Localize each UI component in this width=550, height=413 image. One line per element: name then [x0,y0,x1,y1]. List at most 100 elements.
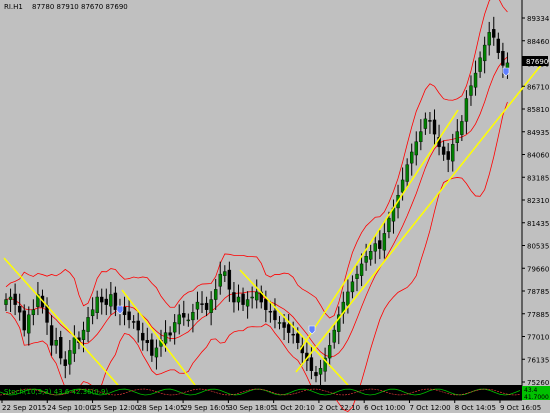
candle-body [478,57,482,72]
candle-body [31,309,36,316]
price-label: 77010 [527,334,549,342]
candle-body [141,332,145,341]
candle-body [145,340,150,344]
candle-body [359,263,364,276]
current-price: 87690 [526,58,548,66]
indicator-axis-values: 43.4 41.7000 [522,386,550,401]
candle-body [387,217,391,233]
candle-body [355,273,359,279]
candle-body [49,325,54,346]
candle-body [446,151,450,160]
candle-body [419,131,423,142]
candle-body [68,350,72,365]
price-label: 78785 [527,288,549,296]
candle-body [464,98,469,122]
candle-body [223,271,227,276]
candle-body [163,332,168,344]
time-label: 6 Oct 10:00 [364,404,405,412]
candle-body [250,296,254,299]
candle-body [195,301,200,310]
time-label: 1 Oct 20:10 [274,404,315,412]
price-label: 79660 [527,265,549,273]
candle-body [473,72,478,88]
candle-body [378,240,382,249]
candle-body [309,357,314,372]
candle-body [296,333,300,344]
candle-body [441,146,446,155]
candle-body [364,256,368,263]
chart-window[interactable]: RI.H1 87780 87910 87670 87690 Stoch(10,3… [0,0,550,413]
price-label: 77885 [527,311,549,319]
time-label: 25 Sep 12:00 [93,404,140,412]
candle-body [455,131,459,143]
price-label: 84060 [527,152,549,160]
candle-body [273,310,277,321]
candle-body [213,289,218,300]
candle-body [368,251,373,260]
candle-body [405,164,409,182]
candle-body [245,299,250,307]
time-label: 24 Sep 10:00 [47,404,94,412]
candle-body [232,292,236,303]
time-label: 28 Sep 14:05 [138,404,185,412]
price-label: 89334 [527,15,550,23]
candle-body [113,292,118,310]
candle-body [131,321,136,323]
candle-body [482,44,487,62]
price-label: 84935 [527,129,549,137]
candle-body [469,85,473,96]
candle-body [59,337,63,359]
price-label: 83185 [527,174,549,182]
candle-body [451,144,455,162]
candle-body [136,320,140,331]
price-label: 86710 [527,83,549,91]
candle-body [95,296,99,313]
indicator-label: Stoch(10,3,3) 43.6 42.36(0.9) [4,388,108,396]
candle-body [291,333,295,336]
price-label: 75260 [527,379,549,387]
candle-body [154,347,159,358]
candle-body [350,281,355,293]
current-price-badge: 87690 [522,56,548,66]
candle-body [27,314,31,334]
candle-body [428,120,432,122]
time-label: 30 Sep 18:05 [228,404,275,412]
candle-body [414,141,418,156]
plot-area [0,0,522,385]
candle-body [122,306,127,316]
candle-body [22,310,26,331]
candle-body [423,118,428,129]
indicator-value-1: 43.4 [524,387,538,394]
candle-body [172,322,177,333]
candle-body [63,359,67,366]
candle-body [373,243,377,252]
price-label: 88460 [527,38,549,46]
price-label: 76135 [527,356,549,364]
price-label: 81435 [527,220,549,228]
candle-body [209,299,213,313]
ohlc-readout: 87780 87910 87670 87690 [32,3,128,11]
candle-body [332,329,336,343]
indicator-value-2: 41.7000 [524,394,549,401]
time-label: 7 Oct 12:00 [409,404,450,412]
candle-body [314,372,318,377]
candle-body [255,291,259,301]
candle-body [277,322,282,324]
time-label: 8 Oct 14:05 [455,404,496,412]
candle-body [346,291,350,306]
candle-body [492,29,496,38]
price-label: 80535 [527,243,549,251]
candle-body [127,311,131,321]
candle-body [17,305,22,313]
candle-body [182,313,186,318]
price-label: 82310 [527,197,549,205]
candle-body [81,329,86,340]
candle-body [150,339,154,356]
time-label: 9 Oct 16:05 [500,404,541,412]
candle-body [54,340,58,346]
time-label: 29 Sep 16:05 [183,404,230,412]
chart-canvas[interactable]: RI.H1 87780 87910 87670 87690 Stoch(10,3… [0,0,550,413]
candle-body [104,298,108,305]
candle-body [227,269,232,290]
candle-body [487,32,491,46]
